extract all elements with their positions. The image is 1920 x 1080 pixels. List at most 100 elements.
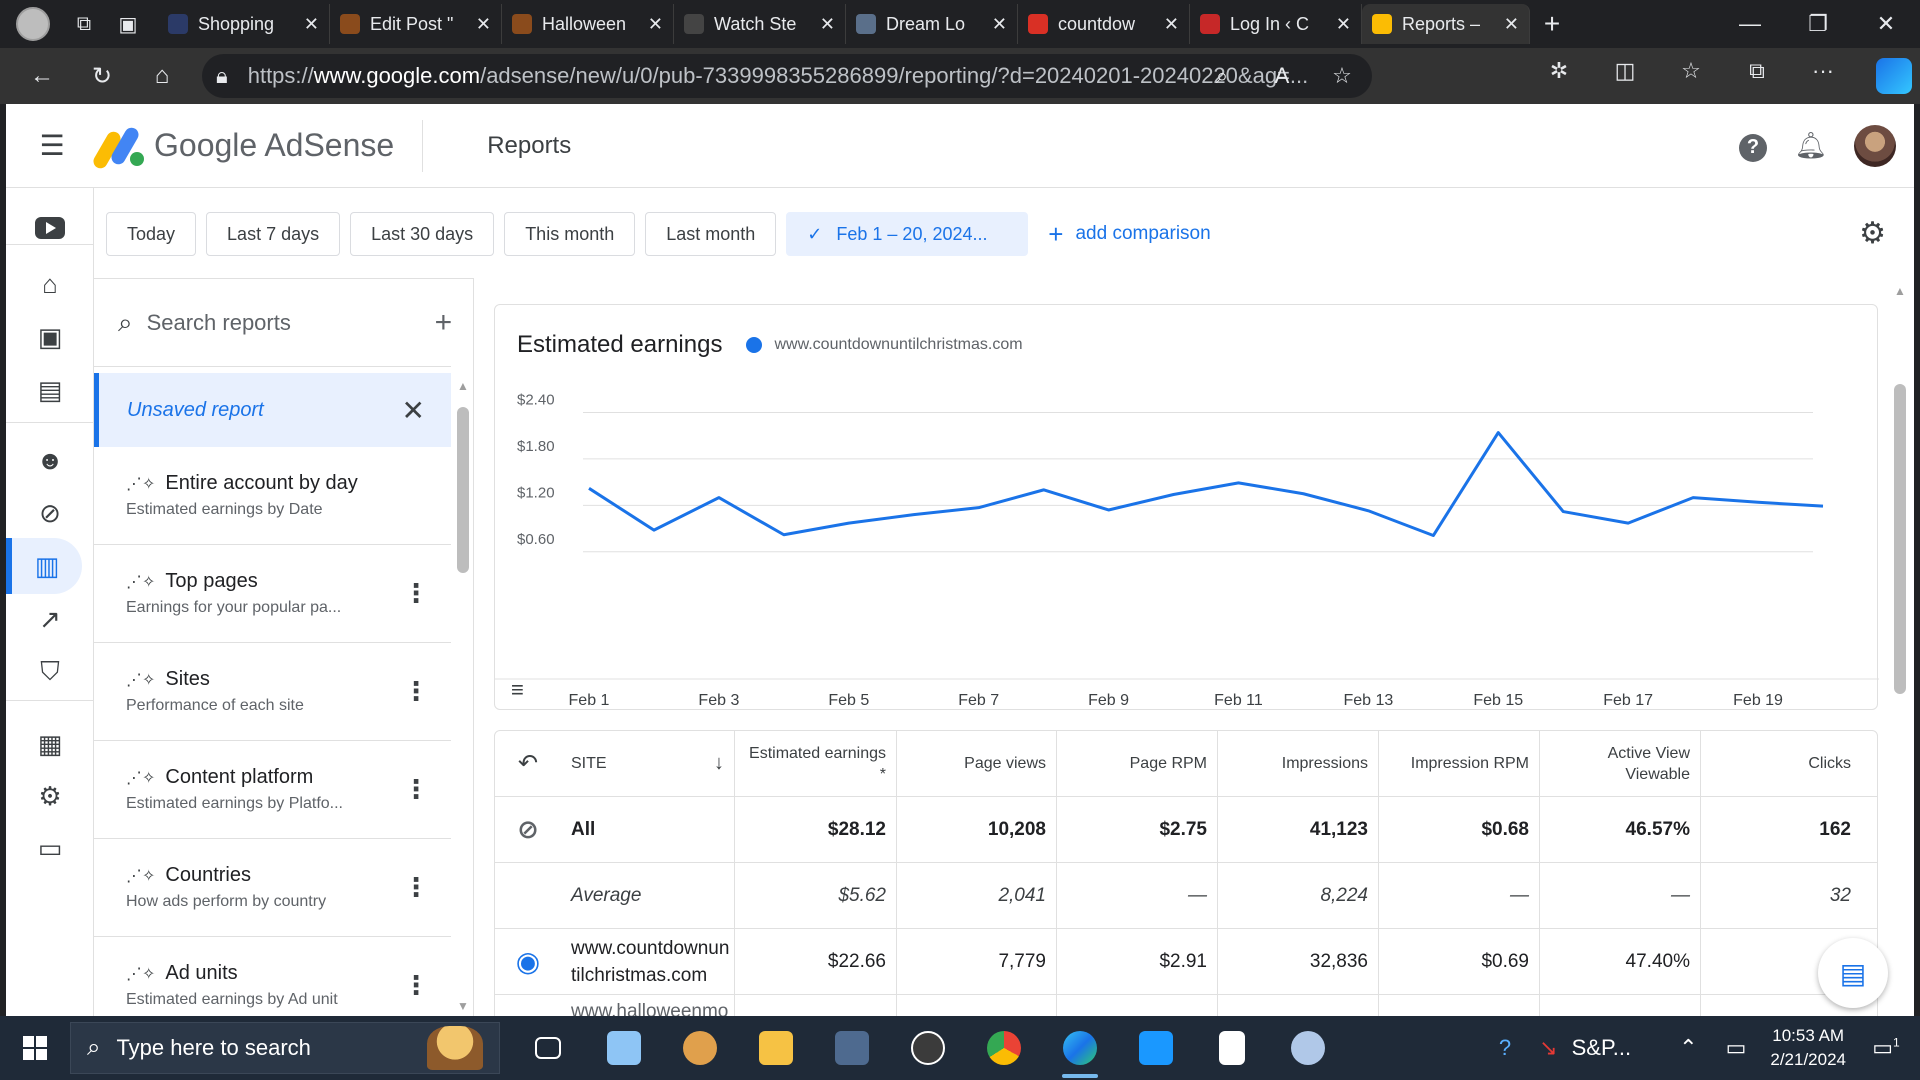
add-comparison-button[interactable]: + add comparison (1048, 219, 1210, 250)
windows-start-icon[interactable] (0, 1036, 70, 1060)
main-scrollbar[interactable]: ▲ (1894, 284, 1908, 984)
new-report-plus-icon[interactable]: + (435, 306, 453, 340)
close-tab-icon[interactable]: ✕ (1164, 14, 1179, 35)
privacy-messaging-icon[interactable]: ☻ (6, 432, 94, 488)
unsaved-report-item[interactable]: Unsaved report ✕ (94, 373, 451, 447)
visibility-eye-icon[interactable]: ◉ (495, 929, 561, 994)
header-clicks[interactable]: Clicks (1701, 731, 1861, 796)
date-chip[interactable]: Last 30 days (350, 212, 495, 256)
minimize-icon[interactable]: — (1716, 0, 1784, 48)
calculator-icon[interactable] (814, 1016, 890, 1080)
browser-profile-avatar[interactable] (16, 7, 50, 41)
read-aloud-icon[interactable]: A (1252, 63, 1312, 89)
more-options-icon[interactable]: ··· (1790, 58, 1856, 94)
saved-report-item[interactable]: ⋰✧ Top pages Earnings for your popular pa.… (94, 545, 451, 643)
browser-tab[interactable]: Edit Post " ✕ (330, 4, 502, 44)
zoom-icon[interactable]: ⌕ (1192, 63, 1252, 89)
help-tray-icon[interactable]: ? (1499, 1035, 1511, 1061)
close-icon[interactable]: ✕ (402, 394, 425, 427)
split-screen-icon[interactable]: ◫ (1592, 58, 1658, 94)
more-nav-icon[interactable]: ▭ (6, 820, 94, 876)
selected-date-range[interactable]: ✓ Feb 1 – 20, 2024... (786, 212, 1029, 256)
notifications-bell-icon[interactable]: 🔔︎ (1782, 130, 1840, 161)
media-player-icon[interactable] (890, 1016, 966, 1080)
header-active-view[interactable]: Active View Viewable (1540, 731, 1701, 796)
hamburger-menu-icon[interactable]: ☰ (6, 129, 98, 162)
close-window-icon[interactable]: ✕ (1852, 0, 1920, 48)
browser-tab[interactable]: Watch Ste ✕ (674, 4, 846, 44)
taskbar-search[interactable]: ⌕ Type here to search (70, 1022, 500, 1074)
file-explorer-icon[interactable] (738, 1016, 814, 1080)
battery-icon[interactable]: ▭ (1726, 1035, 1747, 1061)
document-icon[interactable] (1194, 1016, 1270, 1080)
date-chip[interactable]: This month (504, 212, 636, 256)
undo-icon[interactable]: ↶ (495, 731, 561, 796)
stock-trend-icon[interactable]: ↘ (1539, 1035, 1557, 1061)
header-impressions[interactable]: Impressions (1218, 731, 1379, 796)
copilot-icon[interactable] (1876, 58, 1912, 94)
header-impression-rpm[interactable]: Impression RPM (1379, 731, 1540, 796)
browser-tab[interactable]: Dream Lo ✕ (846, 4, 1018, 44)
site-link[interactable]: www.countdownun tilchristmas.com (561, 929, 735, 994)
home-icon[interactable]: ⌂ (132, 48, 192, 104)
header-earnings[interactable]: Estimated earnings * (735, 731, 897, 796)
chart-table-toggle-icon[interactable]: ≡ (511, 677, 524, 703)
close-tab-icon[interactable]: ✕ (1504, 14, 1519, 35)
reports-nav-icon[interactable]: ▥ (6, 538, 82, 594)
extensions-icon[interactable]: ✲ (1526, 58, 1592, 94)
prime-video-icon[interactable] (1118, 1016, 1194, 1080)
edge-icon[interactable] (1042, 1016, 1118, 1080)
more-vert-icon[interactable]: ⋮ (403, 774, 429, 805)
more-vert-icon[interactable]: ⋮ (403, 578, 429, 609)
chrome-icon[interactable] (966, 1016, 1042, 1080)
ads-nav-icon[interactable]: ▣ (6, 309, 94, 365)
close-tab-icon[interactable]: ✕ (476, 14, 491, 35)
back-icon[interactable]: ← (12, 48, 72, 104)
date-chip[interactable]: Today (106, 212, 197, 256)
feedback-chat-icon[interactable]: ▤ (1818, 938, 1888, 1008)
close-tab-icon[interactable]: ✕ (1336, 14, 1351, 35)
favorite-star-icon[interactable]: ☆ (1312, 63, 1372, 89)
series-line[interactable] (588, 431, 1824, 538)
payments-icon[interactable]: ▦ (6, 716, 94, 772)
saved-report-item[interactable]: ⋰✧ Sites Performance of each site ⋮ (94, 643, 451, 741)
refresh-icon[interactable]: ↻ (72, 48, 132, 104)
user-avatar[interactable] (1854, 124, 1896, 167)
notes-app-icon[interactable] (586, 1016, 662, 1080)
system-clock[interactable]: 10:53 AM 2/21/2024 (1770, 1024, 1846, 1072)
saved-report-item[interactable]: ⋰✧ Content platform Estimated earnings by … (94, 741, 451, 839)
paint-app-icon[interactable] (662, 1016, 738, 1080)
browser-tab[interactable]: Reports – ✕ (1362, 4, 1530, 44)
close-tab-icon[interactable]: ✕ (304, 14, 319, 35)
policy-center-icon[interactable]: ⛉ (6, 644, 94, 700)
browser-tab[interactable]: Log In ‹ C ✕ (1190, 4, 1362, 44)
close-tab-icon[interactable]: ✕ (992, 14, 1007, 35)
date-chip[interactable]: Last month (645, 212, 777, 256)
optimization-icon[interactable]: ↗ (6, 591, 94, 647)
palette-app-icon[interactable] (1270, 1016, 1346, 1080)
header-site[interactable]: SITE (571, 753, 607, 774)
date-chip[interactable]: Last 7 days (206, 212, 341, 256)
sort-desc-icon[interactable]: ↓ (714, 753, 724, 774)
youtube-icon[interactable] (6, 200, 94, 256)
notifications-icon[interactable]: ▭1 (1866, 1035, 1906, 1061)
close-tab-icon[interactable]: ✕ (820, 14, 835, 35)
stock-ticker[interactable]: S&P... (1572, 1035, 1632, 1061)
browser-tab[interactable]: Halloween ✕ (502, 4, 674, 44)
more-vert-icon[interactable]: ⋮ (403, 970, 429, 1001)
help-icon[interactable]: ? (1724, 129, 1782, 162)
reports-scrollbar[interactable]: ▲ ▼ (457, 379, 469, 1016)
saved-report-item[interactable]: ⋰✧ Countries How ads perform by country ⋮ (94, 839, 451, 937)
task-view-icon[interactable] (510, 1016, 586, 1080)
collections-icon[interactable]: ⧉ (1724, 58, 1790, 94)
workspaces-icon[interactable]: ⧉ (62, 4, 106, 44)
more-vert-icon[interactable]: ⋮ (403, 676, 429, 707)
report-settings-gear-icon[interactable]: ⚙ (1859, 216, 1886, 251)
search-reports-input[interactable] (146, 309, 435, 336)
chart-legend[interactable]: www.countdownuntilchristmas.com (774, 336, 1022, 354)
favorites-icon[interactable]: ☆ (1658, 58, 1724, 94)
brand-safety-icon[interactable]: ⊘ (6, 485, 94, 541)
header-page-rpm[interactable]: Page RPM (1057, 731, 1218, 796)
tab-actions-icon[interactable]: ▣ (106, 4, 150, 44)
saved-report-item[interactable]: ⋰✧ Ad units Estimated earnings by Ad unit ⋮ (94, 937, 451, 1016)
